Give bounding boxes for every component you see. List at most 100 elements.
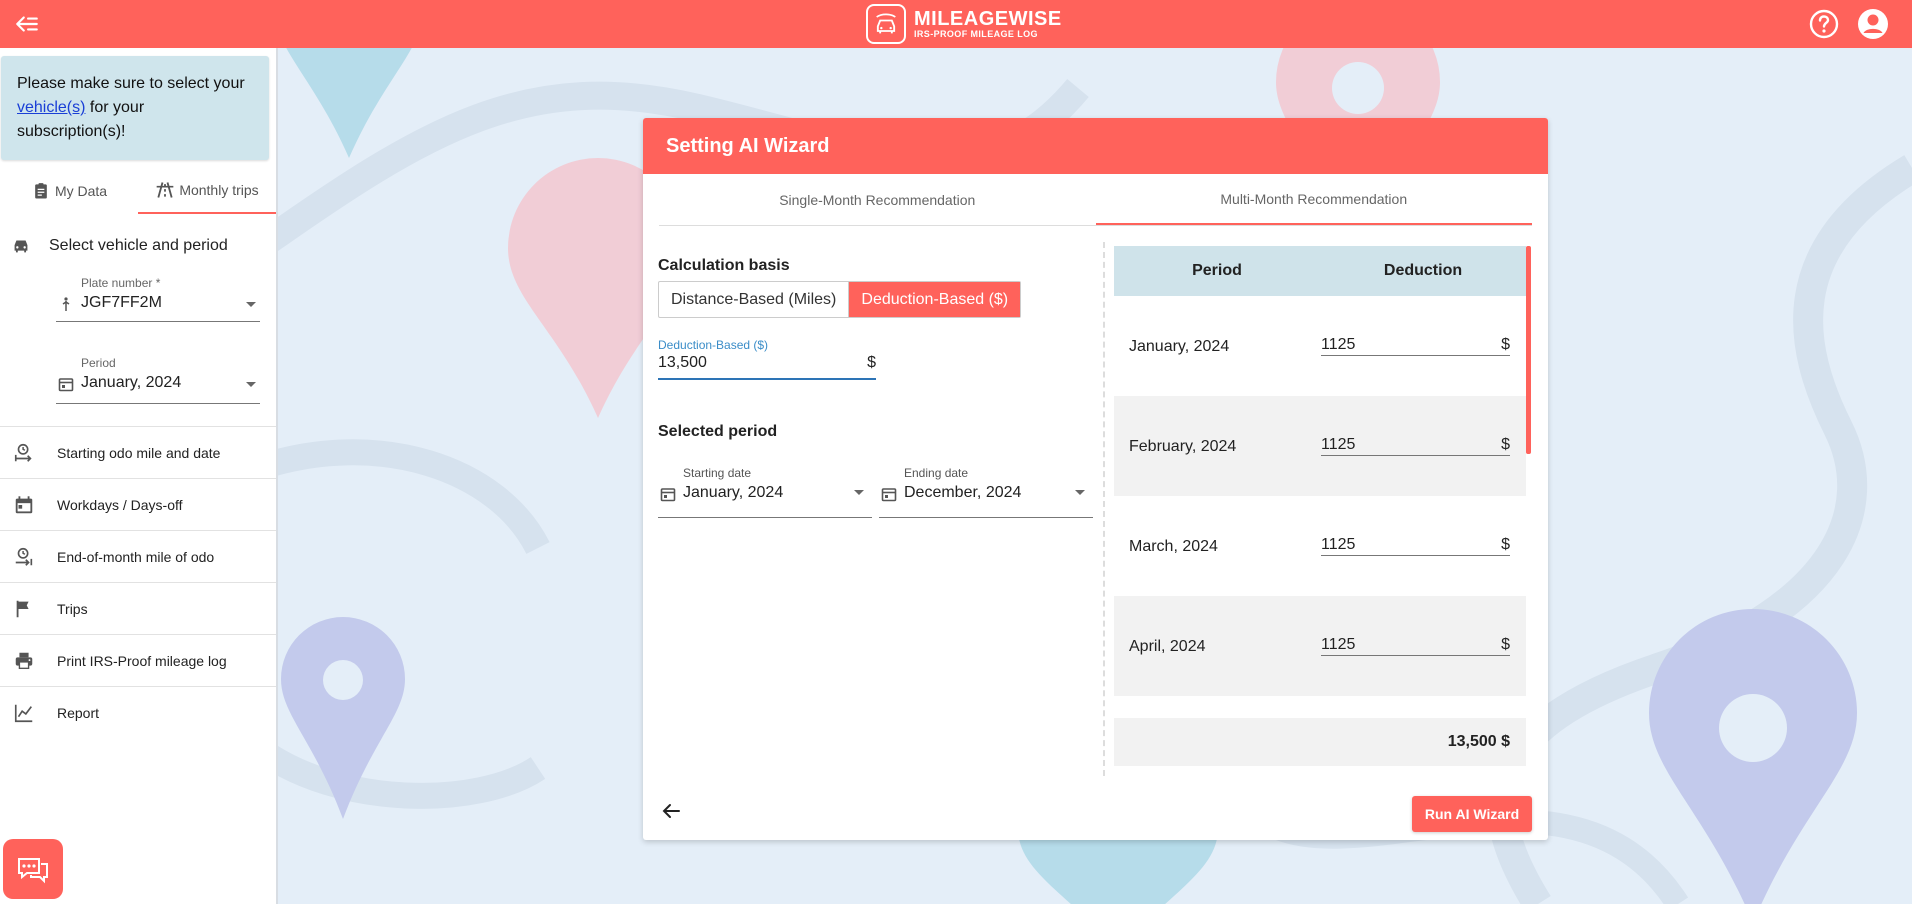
- sidebar-item-end-of-month[interactable]: End-of-month mile of odo: [0, 530, 276, 582]
- deduction-cell-input[interactable]: 1125 $: [1321, 326, 1510, 356]
- table-row: March, 2024 1125 $: [1114, 496, 1526, 596]
- sidebar-item-print[interactable]: Print IRS-Proof mileage log: [0, 634, 276, 686]
- account-icon[interactable]: [1856, 7, 1890, 41]
- column-header-period: Period: [1192, 262, 1242, 279]
- select-vehicle-period-title: Select vehicle and period: [49, 237, 228, 254]
- chat-support-button[interactable]: [3, 839, 63, 899]
- distance-based-option[interactable]: Distance-Based (Miles): [659, 282, 848, 317]
- menu-collapse-icon[interactable]: [14, 11, 40, 37]
- deduction-input-value: 13,500: [658, 354, 707, 371]
- deduction-cell-input[interactable]: 1125 $: [1321, 426, 1510, 456]
- tab-multi-month[interactable]: Multi-Month Recommendation: [1095, 174, 1532, 225]
- sidebar: Please make sure to select your vehicle(…: [0, 48, 278, 904]
- tab-monthly-trips[interactable]: Monthly trips: [138, 168, 276, 214]
- sidebar-item-starting-odo[interactable]: Starting odo mile and date: [0, 426, 276, 478]
- sidebar-item-workdays[interactable]: Workdays / Days-off: [0, 478, 276, 530]
- sidebar-item-label: Workdays / Days-off: [57, 496, 183, 513]
- sidebar-menu: Starting odo mile and date Workdays / Da…: [0, 426, 276, 738]
- row-period: February, 2024: [1129, 438, 1237, 455]
- back-arrow-icon[interactable]: [660, 800, 682, 822]
- brand-tagline: IRS-PROOF MILEAGE LOG: [914, 28, 1038, 39]
- starting-date-label: Starting date: [683, 466, 752, 480]
- plate-number-label: Plate number *: [81, 276, 161, 290]
- chevron-down-icon: [246, 382, 256, 387]
- clipboard-icon: [35, 183, 47, 199]
- sidebar-item-label: Trips: [57, 600, 88, 617]
- deduction-cell-input[interactable]: 1125 $: [1321, 526, 1510, 556]
- table-row: April, 2024 1125 $: [1114, 596, 1526, 696]
- sidebar-item-label: Print IRS-Proof mileage log: [57, 652, 227, 669]
- brand-logo[interactable]: MILEAGEWISE IRS-PROOF MILEAGE LOG: [866, 2, 1062, 46]
- tab-monthly-trips-label: Monthly trips: [179, 182, 259, 198]
- table-row: February, 2024 1125 $: [1114, 396, 1526, 496]
- table-row: January, 2024 1125 $: [1114, 296, 1526, 396]
- ending-date-select[interactable]: Ending date December, 2024: [879, 466, 1093, 518]
- dialog-title: Setting AI Wizard: [643, 118, 1548, 174]
- sidebar-item-trips[interactable]: Trips: [0, 582, 276, 634]
- period-label: Period: [81, 356, 116, 370]
- deduction-unit: $: [1501, 436, 1510, 453]
- sidebar-item-report[interactable]: Report: [0, 686, 276, 738]
- printer-icon: [15, 652, 33, 669]
- total-deduction: 13,500 $: [1114, 718, 1526, 766]
- deduction-unit: $: [1501, 336, 1510, 353]
- car-logo-icon: [866, 4, 906, 44]
- ending-date-value: December, 2024: [904, 484, 1022, 501]
- calendar-icon: [58, 378, 74, 392]
- row-period: January, 2024: [1129, 338, 1230, 355]
- selected-period-title: Selected period: [658, 423, 778, 440]
- deduction-unit: $: [1501, 536, 1510, 553]
- odometer-start-icon: [14, 443, 32, 462]
- top-bar: MILEAGEWISE IRS-PROOF MILEAGE LOG: [0, 0, 1912, 48]
- notice-text-pre: Please make sure to select your: [17, 75, 245, 92]
- deduction-cell-input[interactable]: 1125 $: [1321, 626, 1510, 656]
- deduction-input-unit: $: [867, 354, 876, 371]
- period-select[interactable]: Period January, 2024: [56, 356, 260, 404]
- calendar-icon: [15, 495, 33, 513]
- chevron-down-icon: [1075, 490, 1085, 495]
- person-icon: [62, 297, 70, 311]
- run-ai-wizard-button[interactable]: Run AI Wizard: [1412, 796, 1532, 832]
- period-deduction-table: Period Deduction January, 2024 1125 $ Fe…: [1114, 246, 1526, 768]
- ai-wizard-dialog: Setting AI Wizard Single-Month Recommend…: [643, 118, 1548, 840]
- column-divider: [1103, 242, 1105, 776]
- car-icon: [14, 240, 28, 253]
- chat-icon: [18, 858, 48, 884]
- deduction-value: 1125: [1321, 536, 1356, 553]
- deduction-based-option[interactable]: Deduction-Based ($): [848, 282, 1021, 317]
- flag-icon: [16, 600, 29, 617]
- tab-my-data[interactable]: My Data: [0, 168, 138, 214]
- ending-date-label: Ending date: [904, 466, 969, 480]
- select-vehicle-period: Select vehicle and period: [0, 226, 276, 266]
- tab-single-month[interactable]: Single-Month Recommendation: [659, 174, 1096, 225]
- chart-icon: [14, 704, 33, 722]
- sidebar-item-label: Starting odo mile and date: [57, 444, 221, 461]
- vehicle-notice: Please make sure to select your vehicle(…: [1, 56, 269, 160]
- calendar-icon: [660, 488, 676, 502]
- starting-date-value: January, 2024: [683, 484, 784, 501]
- table-scrollbar[interactable]: [1526, 246, 1531, 454]
- deduction-unit: $: [1501, 636, 1510, 653]
- period-value: January, 2024: [81, 374, 182, 391]
- plate-number-value: JGF7FF2M: [81, 294, 162, 311]
- deduction-value: 1125: [1321, 636, 1356, 653]
- brand-name: MILEAGEWISE: [914, 7, 1062, 30]
- road-icon: [156, 182, 174, 198]
- row-period: March, 2024: [1129, 538, 1218, 555]
- odometer-end-icon: [15, 547, 33, 566]
- vehicles-link[interactable]: vehicle(s): [17, 99, 85, 116]
- chevron-down-icon: [246, 302, 256, 307]
- deduction-value: 1125: [1321, 336, 1356, 353]
- sidebar-item-label: End-of-month mile of odo: [57, 548, 215, 565]
- row-period: April, 2024: [1129, 638, 1206, 655]
- calculation-basis-toggle: Distance-Based (Miles) Deduction-Based (…: [658, 281, 1022, 318]
- starting-date-select[interactable]: Starting date January, 2024: [658, 466, 872, 518]
- deduction-input[interactable]: Deduction-Based ($) 13,500 $: [658, 338, 876, 380]
- plate-number-select[interactable]: Plate number * JGF7FF2M: [56, 276, 260, 322]
- sidebar-item-label: Report: [57, 704, 100, 721]
- sidebar-tabs: My Data Monthly trips: [0, 168, 276, 214]
- chevron-down-icon: [854, 490, 864, 495]
- help-icon[interactable]: [1808, 8, 1840, 40]
- tab-my-data-label: My Data: [54, 183, 108, 199]
- table-header: Period Deduction: [1114, 246, 1526, 296]
